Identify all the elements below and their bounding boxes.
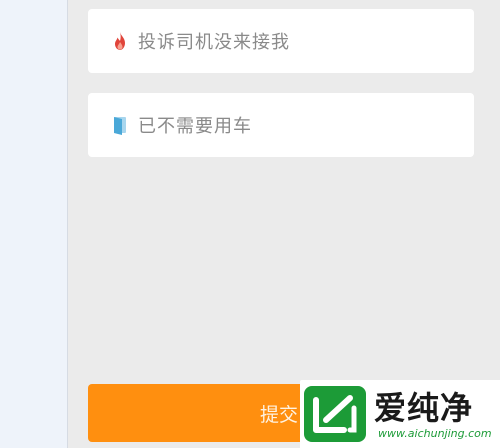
submit-label: 提交 — [260, 403, 299, 426]
option-no-longer-needed[interactable]: 已不需要用车 — [88, 93, 474, 157]
left-side-panel — [0, 0, 68, 448]
option-label: 已不需要用车 — [138, 116, 252, 137]
option-label: 投诉司机没来接我 — [138, 32, 290, 53]
option-driver-no-show[interactable]: 投诉司机没来接我 — [88, 9, 474, 73]
watermark-title: 爱纯净 — [374, 388, 474, 427]
watermark-domain: www.aichunjing.com — [378, 426, 492, 440]
door-icon — [112, 115, 128, 135]
watermark-logo — [304, 386, 366, 442]
flame-icon — [112, 31, 128, 51]
watermark: 爱纯净 www.aichunjing.com — [300, 380, 500, 448]
